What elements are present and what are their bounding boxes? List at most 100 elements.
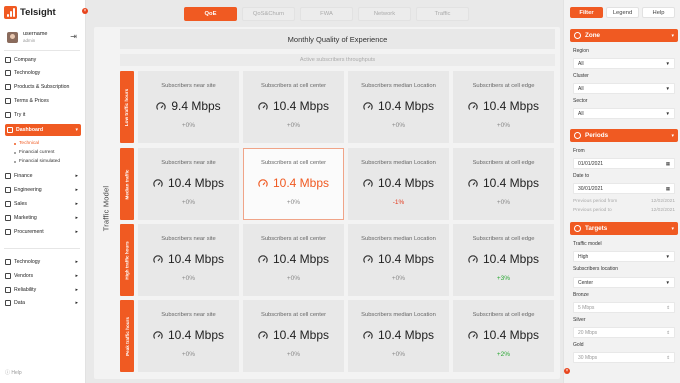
- nav-dashboard[interactable]: Dashboard ▾: [5, 124, 81, 136]
- from-date-input[interactable]: 01/01/2021 ▦: [573, 158, 675, 169]
- kpi-value-row: 10.4 Mbps: [244, 252, 343, 266]
- nav-engineering[interactable]: Engineering ▸: [5, 185, 81, 195]
- traffic-model-axis: Traffic Model: [95, 181, 117, 236]
- tab-traffic[interactable]: Traffic: [416, 7, 469, 21]
- nav-terms[interactable]: Terms & Prices: [5, 96, 81, 106]
- collapse-sidebar-icon[interactable]: ×: [82, 8, 88, 14]
- gold-input[interactable]: 30 Mbps ⇕: [573, 352, 675, 363]
- kpi-card[interactable]: Subscribers median Location 10.4 Mbps +0%: [348, 71, 449, 143]
- nav-try-it[interactable]: Try it: [5, 110, 81, 120]
- logout-icon[interactable]: ⇥: [70, 32, 77, 41]
- stepper-icon[interactable]: ⇕: [666, 305, 670, 311]
- speedometer-icon: [468, 101, 478, 111]
- nav-sales[interactable]: Sales ▸: [5, 199, 81, 209]
- calendar-icon[interactable]: ▦: [666, 186, 670, 192]
- tab-qos-churn[interactable]: QoS&Churn: [242, 7, 295, 21]
- nav-products[interactable]: Products & Subscription: [5, 82, 81, 92]
- nav-company[interactable]: Company: [5, 55, 81, 65]
- chevron-down-icon: ▼: [665, 111, 670, 116]
- avatar[interactable]: [7, 32, 18, 43]
- kpi-card[interactable]: Subscribers at cell edge 10.4 Mbps +0%: [453, 71, 554, 143]
- kpi-card[interactable]: Subscribers at cell center 10.4 Mbps +0%: [243, 148, 344, 220]
- nav-marketing[interactable]: Marketing ▸: [5, 213, 81, 223]
- bronze-input[interactable]: 5 Mbps ⇕: [573, 302, 675, 313]
- stepper-icon[interactable]: ⇕: [666, 330, 670, 336]
- stepper-icon[interactable]: ⇕: [666, 355, 670, 361]
- silver-input[interactable]: 20 Mbps ⇕: [573, 327, 675, 338]
- nav-technology[interactable]: Technology: [5, 68, 81, 78]
- marketing-icon: [5, 215, 11, 221]
- sector-label: Sector: [573, 98, 588, 104]
- sub-technical[interactable]: Technical: [14, 141, 39, 146]
- kpi-card[interactable]: Subscribers median Location 10.4 Mbps -1%: [348, 148, 449, 220]
- kpi-card[interactable]: Subscribers at cell center 10.4 Mbps +0%: [243, 71, 344, 143]
- sub-financial-current[interactable]: Financial current: [14, 150, 54, 155]
- tab-legend[interactable]: Legend: [606, 7, 639, 18]
- kpi-value: 10.4 Mbps: [167, 328, 225, 342]
- kpi-card[interactable]: Subscribers near site 10.4 Mbps +0%: [138, 300, 239, 372]
- kpi-value-row: 10.4 Mbps: [349, 328, 448, 342]
- nav-reliability[interactable]: Reliability ▸: [5, 285, 81, 295]
- subscribers-location-select[interactable]: Center ▼: [573, 277, 675, 288]
- kpi-delta: +3%: [496, 275, 511, 282]
- user-role: admin: [23, 38, 36, 43]
- products-icon: [5, 84, 11, 90]
- tab-network[interactable]: Network: [358, 7, 411, 21]
- kpi-value: 10.4 Mbps: [377, 252, 435, 266]
- chevron-down-icon: ▼: [665, 61, 670, 66]
- kpi-card[interactable]: Subscribers at cell center 10.4 Mbps +0%: [243, 300, 344, 372]
- nav-procurement[interactable]: Procurement ▸: [5, 227, 81, 237]
- input-value: 20 Mbps: [578, 329, 598, 336]
- sector-select[interactable]: All ▼: [573, 108, 675, 119]
- chevron-right-icon: ▸: [75, 273, 78, 279]
- periods-section-header[interactable]: Periods ▾: [570, 129, 678, 142]
- help-label: Help: [11, 370, 22, 376]
- finance-icon: [5, 173, 11, 179]
- traffic-model-select[interactable]: High ▼: [573, 251, 675, 262]
- kpi-card[interactable]: Subscribers at cell center 10.4 Mbps +0%: [243, 224, 344, 296]
- kpi-delta: +0%: [496, 199, 511, 206]
- kpi-delta: +0%: [391, 122, 406, 129]
- kpi-card[interactable]: Subscribers at cell edge 10.4 Mbps +0%: [453, 148, 554, 220]
- close-panel-icon[interactable]: ×: [564, 368, 570, 374]
- kpi-card[interactable]: Subscribers median Location 10.4 Mbps +0%: [348, 300, 449, 372]
- kpi-title: Subscribers at cell center: [260, 160, 327, 166]
- logo[interactable]: Telsight: [4, 6, 56, 19]
- tab-help[interactable]: Help: [642, 7, 675, 18]
- select-value: All: [578, 85, 584, 92]
- cluster-select[interactable]: All ▼: [573, 83, 675, 94]
- tab-fwa[interactable]: FWA: [300, 7, 353, 21]
- kpi-title: Subscribers at cell center: [260, 83, 327, 89]
- kpi-title: Subscribers at cell edge: [472, 83, 535, 89]
- nav-vendors[interactable]: Vendors ▸: [5, 271, 81, 281]
- nav-label: Terms & Prices: [14, 98, 49, 104]
- select-value: All: [578, 60, 584, 67]
- sub-financial-simulated[interactable]: Financial simulated: [14, 159, 60, 164]
- previous-period-to: Previous period to 12/02/2021: [573, 208, 675, 213]
- tab-qoe[interactable]: QoE: [184, 7, 237, 21]
- date-value: 01/01/2021: [578, 160, 604, 167]
- chevron-down-icon: ▼: [665, 254, 670, 259]
- calendar-icon[interactable]: ▦: [666, 161, 670, 167]
- kpi-delta: +0%: [181, 199, 196, 206]
- brand-name: Telsight: [20, 7, 56, 18]
- kpi-card[interactable]: Subscribers near site 10.4 Mbps +0%: [138, 224, 239, 296]
- targets-section-header[interactable]: Targets ▾: [570, 222, 678, 235]
- nav-finance[interactable]: Finance ▸: [5, 171, 81, 181]
- kpi-card[interactable]: Subscribers median Location 10.4 Mbps +0%: [348, 224, 449, 296]
- data-icon: [5, 300, 11, 306]
- nav-label: Sales: [14, 201, 27, 207]
- to-date-input[interactable]: 30/01/2021 ▦: [573, 183, 675, 194]
- kpi-card[interactable]: Subscribers near site 10.4 Mbps +0%: [138, 148, 239, 220]
- kpi-card[interactable]: Subscribers at cell edge 10.4 Mbps +2%: [453, 300, 554, 372]
- help-link[interactable]: ⓘ Help: [5, 369, 22, 376]
- nav-technology-2[interactable]: Technology ▸: [5, 257, 81, 267]
- region-select[interactable]: All ▼: [573, 58, 675, 69]
- tab-filter[interactable]: Filter: [570, 7, 603, 18]
- speedometer-icon: [153, 330, 163, 340]
- chevron-right-icon: ▸: [75, 229, 78, 235]
- kpi-card[interactable]: Subscribers at cell edge 10.4 Mbps +3%: [453, 224, 554, 296]
- nav-data[interactable]: Data ▸: [5, 298, 81, 308]
- zone-section-header[interactable]: Zone ▾: [570, 29, 678, 42]
- kpi-card[interactable]: Subscribers near site 9.4 Mbps +0%: [138, 71, 239, 143]
